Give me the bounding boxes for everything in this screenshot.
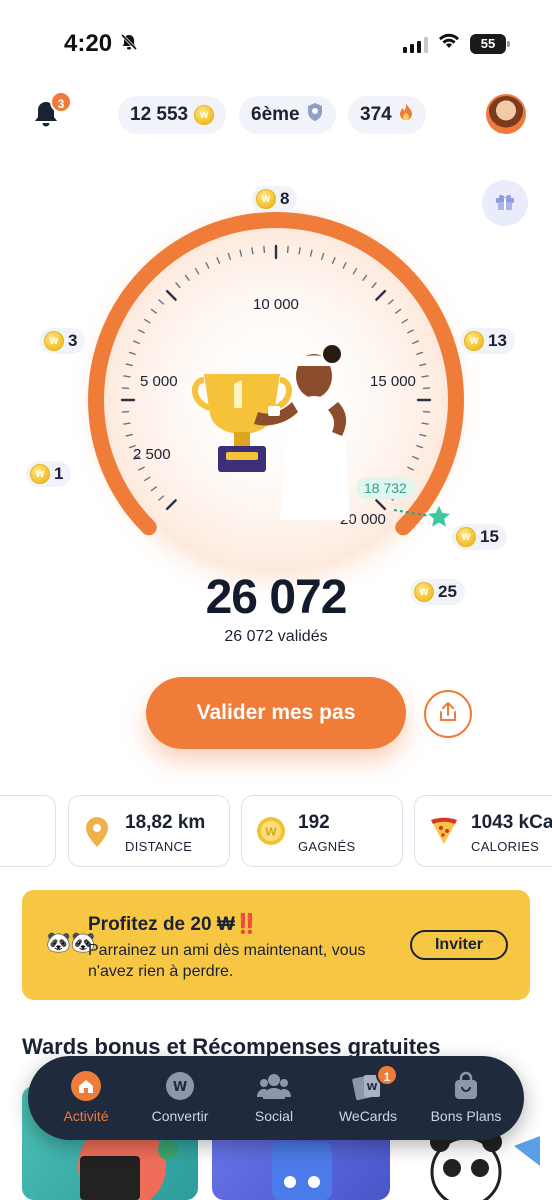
referral-banner[interactable]: 🐼🐼 Profitez de 20 ₩‼️ Parrainez un ami d…	[22, 890, 530, 1000]
flame-icon	[398, 102, 414, 128]
rank-pill[interactable]: 6ème	[239, 96, 336, 134]
invite-button[interactable]: Inviter	[410, 930, 508, 960]
coins-value: 12 553	[130, 104, 189, 125]
nav-item-deals[interactable]: Bons Plans	[420, 1070, 512, 1124]
validate-steps-button[interactable]: Valider mes pas	[146, 677, 406, 749]
notification-badge: 3	[50, 91, 72, 113]
stat-card-calories[interactable]: 1043 kCa CALORIES	[414, 795, 552, 867]
reward-tag: W 13	[460, 328, 515, 354]
nav-label: Bons Plans	[430, 1108, 502, 1124]
tick-label-5000: 5 000	[140, 373, 178, 390]
star-marker-icon	[424, 502, 454, 537]
bottom-navigation: Activité W Convertir Social W 1 WeCards …	[28, 1056, 524, 1140]
stat-card-earned[interactable]: W 192 GAGNÉS	[241, 795, 403, 867]
gauge-minor-tick	[251, 247, 254, 255]
nav-label: Activité	[63, 1108, 109, 1124]
pizza-icon	[429, 816, 459, 851]
current-steps-marker-label: 18 732	[356, 477, 415, 499]
gauge-minor-tick	[123, 422, 131, 425]
stat-card-partial[interactable]	[0, 795, 56, 867]
cellular-signal-icon	[403, 35, 428, 53]
trophy-illustration	[190, 340, 360, 525]
wifi-icon	[438, 33, 460, 54]
share-button[interactable]	[424, 690, 472, 738]
reward-value: 1	[54, 464, 64, 483]
battery-icon: 55	[470, 33, 510, 54]
share-icon	[437, 701, 459, 728]
location-pin-icon	[83, 816, 111, 853]
coin-icon: W	[256, 816, 286, 851]
reward-value: 13	[488, 331, 507, 350]
nav-item-wecards[interactable]: W 1 WeCards	[322, 1064, 414, 1124]
stat-value: 192	[298, 812, 330, 833]
stat-label: DISTANCE	[125, 839, 193, 854]
streak-pill[interactable]: 374	[348, 96, 426, 134]
profile-avatar[interactable]	[486, 94, 526, 134]
svg-text:W: W	[366, 1082, 377, 1093]
coin-icon: W	[44, 331, 64, 351]
coin-icon: W	[456, 527, 476, 547]
stat-value: 1043 kCa	[471, 812, 552, 833]
svg-text:W: W	[265, 826, 277, 839]
reward-tag: W1	[26, 461, 72, 487]
stat-label: GAGNÉS	[298, 839, 356, 854]
nav-label: WeCards	[338, 1108, 398, 1124]
tick-label-15000: 15 000	[370, 373, 416, 390]
total-steps: 26 072	[205, 571, 348, 624]
status-bar: 4:20 55	[0, 0, 552, 70]
silent-mode-icon	[120, 33, 138, 56]
stat-card-distance[interactable]: 18,82 km DISTANCE	[68, 795, 230, 867]
gauge-minor-tick	[123, 375, 131, 378]
gauge-minor-tick	[421, 422, 429, 425]
nav-item-social[interactable]: Social	[228, 1070, 320, 1124]
coin-icon: W	[194, 105, 215, 125]
nav-label: Social	[254, 1108, 294, 1124]
referral-title: Profitez de 20 ₩‼️	[88, 914, 259, 935]
gauge-minor-tick	[298, 247, 301, 255]
status-time: 4:20	[64, 30, 113, 57]
wecards-badge: 1	[376, 1064, 398, 1086]
coin-icon: W	[134, 1070, 226, 1102]
reward-tag: W 15	[452, 524, 507, 550]
shopping-bag-icon	[420, 1070, 512, 1102]
stat-value: 18,82 km	[125, 812, 206, 833]
reward-value: 3	[68, 331, 78, 350]
coin-icon: W	[30, 464, 50, 484]
home-icon	[40, 1070, 132, 1102]
coin-icon: W	[256, 189, 276, 209]
stat-label: CALORIES	[471, 839, 540, 854]
cards-icon: W 1	[322, 1064, 414, 1102]
nav-item-convert[interactable]: W Convertir	[134, 1070, 226, 1124]
notifications-button[interactable]: 3	[30, 91, 72, 135]
nav-item-activity[interactable]: Activité	[40, 1070, 132, 1124]
tick-label-10000: 10 000	[253, 296, 299, 313]
coins-pill[interactable]: 12 553 W	[118, 96, 227, 134]
rank-value: 6ème	[251, 104, 300, 125]
reward-value: 8	[280, 189, 290, 208]
league-shield-icon	[306, 102, 324, 128]
nav-label: Convertir	[151, 1108, 209, 1124]
reward-tag: W3	[40, 328, 86, 354]
stats-carousel[interactable]: 18,82 km DISTANCE W 192 GAGNÉS 1043 kCa …	[0, 795, 552, 867]
coin-icon: W	[464, 331, 484, 351]
reward-tag: W8	[252, 186, 298, 212]
reward-value: 15	[480, 527, 499, 546]
streak-value: 374	[360, 104, 392, 125]
gauge-minor-tick	[421, 375, 429, 378]
svg-text:W: W	[173, 1080, 187, 1095]
tick-label-2500: 2 500	[133, 446, 171, 463]
referral-text: Parrainez un ami dès maintenant, vous n'…	[88, 942, 366, 980]
validated-steps: 26 072 validés	[224, 628, 328, 645]
people-icon	[228, 1070, 320, 1102]
